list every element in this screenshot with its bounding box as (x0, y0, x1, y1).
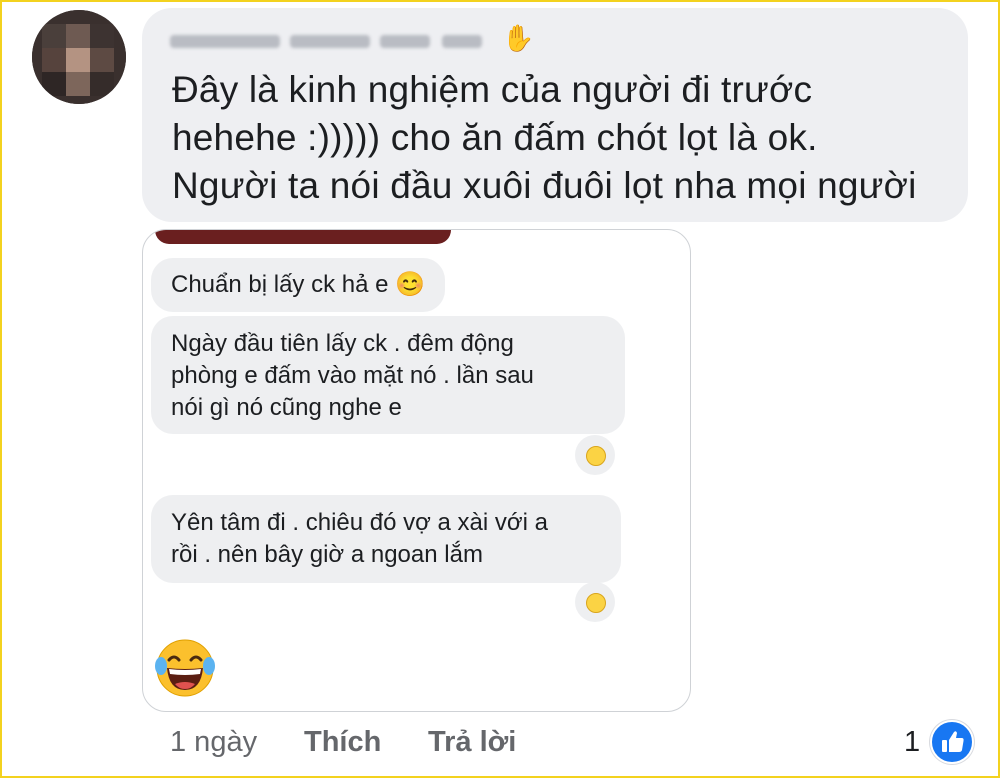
tears-of-joy-emoji-icon (155, 639, 215, 697)
waving-hand-icon: ✋ (502, 24, 535, 54)
chat-message-line: rồi . nên bây giờ a ngoan lắm (171, 541, 483, 568)
comment-line: Đây là kinh nghiệm của người đi trước (172, 69, 813, 110)
comment-text: Đây là kinh nghiệm của người đi trước he… (172, 66, 952, 210)
laughing-emoji-icon (575, 582, 615, 622)
laughing-emoji-icon (575, 435, 615, 475)
like-thumb-icon[interactable] (930, 720, 974, 764)
chat-message-line: phòng e đấm vào mặt nó . lần sau (171, 362, 534, 389)
chat-message-line: Ngày đầu tiên lấy ck . đêm động (171, 330, 514, 357)
like-button[interactable]: Thích (304, 722, 381, 762)
commenter-avatar[interactable] (32, 10, 126, 104)
chat-message-line: nói gì nó cũng nghe e (171, 394, 402, 421)
reply-button[interactable]: Trả lời (428, 722, 516, 762)
comment-line: Người ta nói đầu xuôi đuôi lọt nha mọi n… (172, 165, 917, 206)
reaction-count[interactable]: 1 (904, 722, 920, 762)
comment-timestamp[interactable]: 1 ngày (170, 722, 257, 762)
screenshot-top-edge (155, 230, 451, 244)
author-name[interactable] (170, 26, 510, 56)
chat-message: Chuẩn bị lấy ck hả e 😊 (151, 258, 446, 312)
chat-message-line: Yên tâm đi . chiêu đó vợ a xài với a (171, 509, 548, 536)
chat-message: Ngày đầu tiên lấy ck . đêm động phòng e … (151, 316, 625, 434)
attached-chat-screenshot[interactable]: Chuẩn bị lấy ck hả e 😊 Ngày đầu tiên lấy… (142, 229, 691, 712)
chat-message-line: Chuẩn bị lấy ck hả e 😊 (171, 271, 426, 298)
chat-message: Yên tâm đi . chiêu đó vợ a xài với a rồi… (151, 495, 621, 583)
comment-line: hehehe :))))) cho ăn đấm chót lọt là ok. (172, 117, 818, 158)
